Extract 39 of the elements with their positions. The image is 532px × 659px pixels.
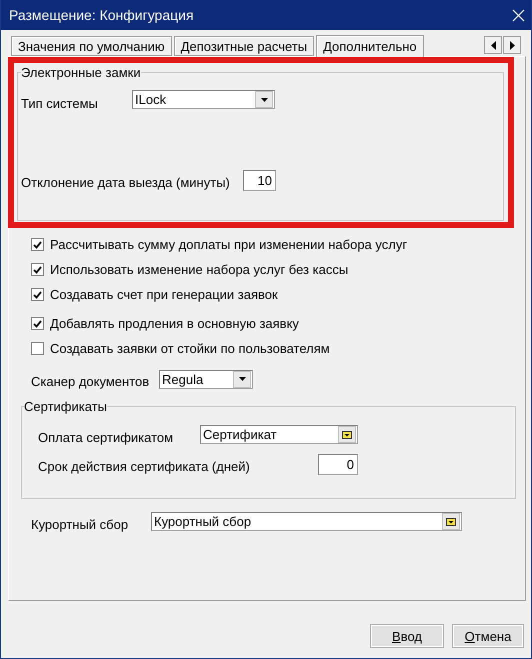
tab[interactable]: Дополнительно — [316, 35, 424, 57]
checkbox-label[interactable]: Создавать счет при генерации заявок — [50, 287, 278, 302]
checkbox[interactable] — [31, 317, 44, 330]
field-label: Срок действия сертификата (дней) — [38, 458, 251, 474]
checkbox[interactable] — [31, 238, 44, 251]
right-arrow-icon — [510, 40, 514, 50]
days-input[interactable]: 0 — [318, 454, 358, 475]
dropdown-icon — [446, 518, 456, 526]
checkbox-label[interactable]: Добавлять продления в основную заявку — [50, 316, 299, 331]
checkbox[interactable] — [31, 288, 44, 301]
scroll-right-button[interactable] — [503, 36, 521, 54]
checkbox-label[interactable]: Использовать изменение набора услуг без кассы — [50, 262, 348, 277]
group-title: Электронные замки — [21, 65, 141, 80]
group-title: Сертификаты — [24, 399, 107, 414]
field-label: Курортный сбор — [31, 516, 130, 532]
field-label: Сканер документов — [31, 373, 150, 389]
checkbox-label[interactable]: Создавать заявки от стойки по пользователям — [50, 341, 330, 356]
field-label: Оплата сертификатом — [38, 429, 174, 445]
minutes-input[interactable]: 10 — [243, 170, 276, 191]
tab[interactable]: Значения по умолчанию — [11, 36, 172, 56]
field-label: Отклонение дата выезда (минуты) — [21, 174, 231, 190]
checkbox-label[interactable]: Рассчитывать сумму доплаты при изменении набора услуг — [50, 237, 408, 252]
ok-button[interactable]: Ввод — [370, 624, 444, 648]
resort-fee-dropdown[interactable]: Курортный сбор — [151, 512, 462, 531]
window-title: Размещение: Конфигурация — [9, 7, 194, 23]
checkbox[interactable] — [31, 263, 44, 276]
caret-icon — [238, 377, 246, 381]
left-arrow-icon — [490, 40, 496, 50]
caret-icon — [260, 98, 268, 102]
system-type-dropdown[interactable]: ILock — [132, 90, 275, 109]
certificate-dropdown[interactable]: Сертификат — [200, 425, 358, 444]
close-icon[interactable] — [512, 8, 525, 22]
dropdown-icon — [342, 430, 352, 438]
tab[interactable]: Депозитные расчеты — [174, 36, 314, 56]
cancel-button[interactable]: Отмена — [452, 624, 524, 648]
checkbox[interactable] — [31, 342, 44, 355]
scanner-dropdown[interactable]: Regula — [159, 370, 253, 388]
scroll-left-button[interactable] — [484, 36, 502, 54]
field-label: Тип системы — [21, 95, 99, 111]
